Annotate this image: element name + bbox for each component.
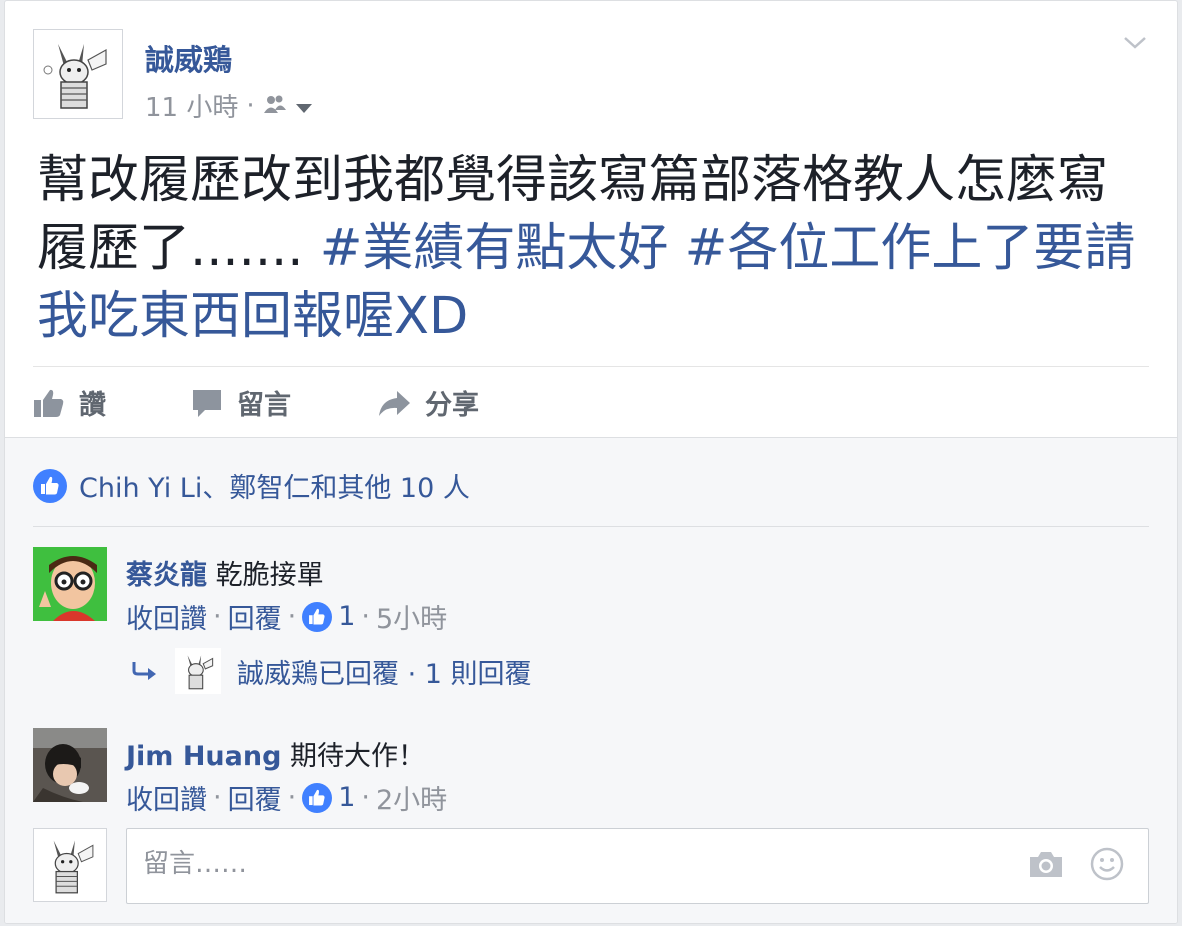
- comment-meta: 收回讚 · 回覆 · 1 · 2小時: [126, 778, 447, 817]
- privacy-dropdown-icon[interactable]: [295, 91, 313, 121]
- comments-section: Chih Yi Li、鄭智仁和其他 10 人 蔡炎龍 乾脆接單 收回讚 · 回覆…: [5, 437, 1177, 923]
- comment-button[interactable]: 留言: [191, 383, 291, 422]
- commenter-avatar[interactable]: [33, 547, 107, 621]
- comment-input[interactable]: [141, 843, 1005, 885]
- commenter-avatar[interactable]: [33, 728, 107, 802]
- meta-separator: ·: [213, 601, 222, 632]
- meta-separator: ·: [213, 782, 222, 813]
- share-button[interactable]: 分享: [377, 383, 479, 422]
- unlike-link[interactable]: 收回讚: [126, 597, 207, 636]
- likes-summary-text: Chih Yi Li、鄭智仁和其他 10 人: [79, 473, 470, 504]
- reply-link[interactable]: 回覆: [228, 597, 282, 636]
- post-author-name[interactable]: 誠威鶏: [145, 37, 232, 79]
- comment-composer: [33, 828, 1149, 908]
- comment-text: 乾脆接單: [215, 560, 324, 591]
- likes-summary[interactable]: Chih Yi Li、鄭智仁和其他 10 人: [33, 466, 470, 505]
- post-actions: 讚 留言 分享: [33, 371, 1149, 437]
- reply-summary-text: 誠威鶏已回覆 · 1 則回覆: [237, 658, 532, 690]
- like-badge-icon: [302, 601, 333, 632]
- meta-separator: ·: [361, 601, 370, 632]
- like-label: 讚: [79, 390, 106, 421]
- divider: [33, 526, 1149, 527]
- like-badge-icon: [33, 468, 67, 503]
- reply-summary[interactable]: 誠威鶏已回覆 · 1 則回覆: [131, 648, 532, 694]
- emoji-icon[interactable]: [1090, 847, 1124, 885]
- meta-separator: ·: [246, 90, 255, 121]
- speech-bubble-icon: [193, 389, 221, 417]
- post-text: 幫改履歷改到我都覺得該寫篇部落格教人怎麼寫履歷了....... #業績有點太好 …: [37, 147, 1147, 351]
- commenter-name[interactable]: 蔡炎龍: [126, 560, 207, 591]
- commenter-name[interactable]: Jim Huang: [126, 741, 281, 772]
- unlike-link[interactable]: 收回讚: [126, 778, 207, 817]
- comment-item: Jim Huang 期待大作！ 收回讚 · 回覆 · 1 · 2小時: [33, 728, 1149, 818]
- camera-icon[interactable]: [1028, 849, 1064, 883]
- comment-body: Jim Huang 期待大作！: [126, 734, 425, 773]
- hashtag-link[interactable]: #業績有點太好: [320, 219, 669, 278]
- chevron-down-icon[interactable]: [1123, 35, 1147, 55]
- share-arrow-icon: [379, 390, 410, 416]
- share-label: 分享: [425, 390, 479, 421]
- comment-text: 期待大作！: [290, 741, 426, 772]
- comment-meta: 收回讚 · 回覆 · 1 · 5小時: [126, 597, 447, 636]
- comment-input-box: [126, 828, 1149, 904]
- reply-arrow-icon: [132, 662, 156, 680]
- like-button[interactable]: 讚: [33, 383, 106, 422]
- comment-body: 蔡炎龍 乾脆接單: [126, 553, 324, 592]
- thumbs-up-icon: [34, 389, 64, 417]
- friends-icon[interactable]: [263, 91, 287, 121]
- current-user-avatar: [33, 828, 107, 902]
- meta-separator: ·: [361, 782, 370, 813]
- comment-like-count[interactable]: 1: [338, 782, 355, 813]
- comment-label: 留言: [237, 390, 291, 421]
- comment-like-count[interactable]: 1: [338, 601, 355, 632]
- meta-separator: ·: [287, 782, 297, 813]
- author-avatar[interactable]: [33, 29, 123, 119]
- post-card: 誠威鶏 11 小時 · 幫改履歷改到我都覺得該寫篇部落格教人怎麼寫履歷了....…: [4, 0, 1178, 924]
- comment-time[interactable]: 5小時: [376, 597, 447, 636]
- samurai-pikachu-image: [34, 30, 122, 118]
- replier-avatar[interactable]: [175, 648, 221, 694]
- divider: [33, 366, 1149, 367]
- post-header: 誠威鶏 11 小時 ·: [33, 29, 1157, 125]
- like-badge-icon: [302, 782, 333, 813]
- meta-separator: ·: [287, 601, 297, 632]
- post-time[interactable]: 11 小時: [145, 87, 238, 124]
- reply-link[interactable]: 回覆: [228, 778, 282, 817]
- post-meta: 11 小時 ·: [145, 87, 313, 124]
- comment-time[interactable]: 2小時: [376, 778, 447, 817]
